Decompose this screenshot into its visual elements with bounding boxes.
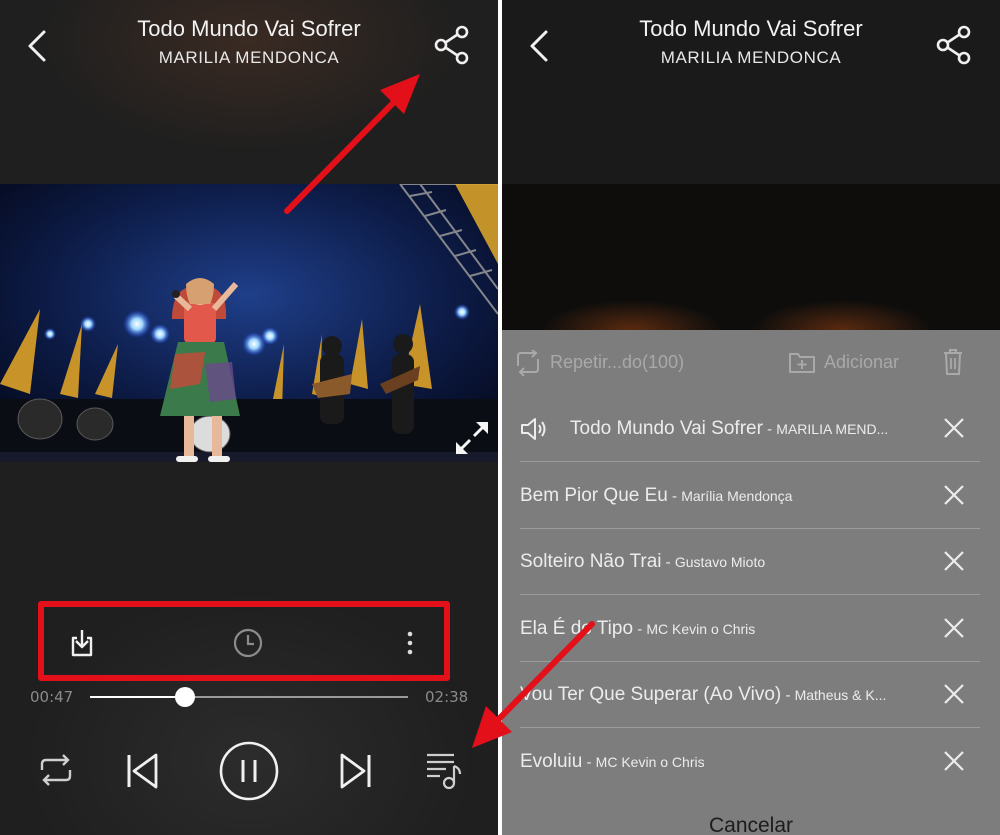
player-header: Todo Mundo Vai Sofrer MARILIA MENDONCA xyxy=(502,0,1000,80)
repeat-icon[interactable] xyxy=(36,752,76,788)
queue-item-title: Bem Pior Que Eu xyxy=(520,484,668,506)
total-time: 02:38 xyxy=(425,688,469,706)
song-artist: MARILIA MENDONCA xyxy=(660,48,842,67)
more-vertical-icon[interactable] xyxy=(404,627,416,659)
remove-icon[interactable] xyxy=(942,483,966,507)
repeat-mode-label[interactable]: Repetir...do(100) xyxy=(550,352,684,373)
queue-item-separator: - xyxy=(762,421,777,438)
queue-item-separator: - xyxy=(582,753,596,771)
queue-item-text: Bem Pior Que Eu - Marília Mendonça xyxy=(520,485,792,507)
queue-item-artist: MC Kevin o Chris xyxy=(646,620,756,637)
skip-next-icon[interactable] xyxy=(338,752,374,790)
clock-icon[interactable] xyxy=(232,627,264,659)
queue-item[interactable]: Solteiro Não Trai - Gustavo Mioto xyxy=(520,529,980,595)
action-bar-highlight xyxy=(38,601,450,681)
queue-item-text: Vou Ter Que Superar (Ao Vivo) - Matheus … xyxy=(520,684,886,706)
share-icon[interactable] xyxy=(432,24,472,66)
queue-item-text: Todo Mundo Vai Sofrer - MARILIA MEND... xyxy=(570,418,888,440)
queue-item[interactable]: Todo Mundo Vai Sofrer - MARILIA MEND... xyxy=(520,396,980,462)
queue-sheet: Repetir...do(100) Adicionar Todo Mundo V… xyxy=(502,330,1000,835)
chevron-left-icon[interactable] xyxy=(526,28,554,64)
queue-item[interactable]: Evoluiu - MC Kevin o Chris xyxy=(520,729,980,795)
add-label[interactable]: Adicionar xyxy=(824,352,899,373)
queue-item-artist: Gustavo Mioto xyxy=(674,554,766,570)
queue-item-separator: - xyxy=(667,487,682,505)
queue-item[interactable]: Bem Pior Que Eu - Marília Mendonça xyxy=(520,463,980,529)
trash-icon[interactable] xyxy=(942,348,964,376)
progress-track[interactable] xyxy=(90,696,408,698)
song-title: Todo Mundo Vai Sofrer xyxy=(639,16,863,41)
expand-icon[interactable] xyxy=(452,418,492,458)
video-frame xyxy=(0,184,498,462)
queue-item-artist: Marília Mendonça xyxy=(681,487,793,504)
queue-screen: Todo Mundo Vai Sofrer MARILIA MENDONCA R… xyxy=(502,0,1000,835)
queue-item[interactable]: Vou Ter Que Superar (Ao Vivo) - Matheus … xyxy=(520,662,980,728)
current-time: 00:47 xyxy=(30,688,74,706)
song-artist: MARILIA MENDONCA xyxy=(158,48,340,67)
queue-item[interactable]: Ela É do Tipo - MC Kevin o Chris xyxy=(520,596,980,662)
chevron-left-icon[interactable] xyxy=(24,28,52,64)
progress-fill xyxy=(90,696,186,698)
queue-item-separator: - xyxy=(661,554,675,571)
queue-toolbar: Repetir...do(100) Adicionar xyxy=(502,330,1000,396)
queue-item-artist: MARILIA MEND... xyxy=(776,421,889,437)
repeat-icon[interactable] xyxy=(514,350,542,376)
queue-item-text: Ela É do Tipo - MC Kevin o Chris xyxy=(520,618,755,640)
player-screen: Todo Mundo Vai Sofrer MARILIA MENDONCA 0… xyxy=(0,0,498,835)
remove-icon[interactable] xyxy=(942,549,966,573)
progress-knob[interactable] xyxy=(175,687,196,707)
cancel-button[interactable]: Cancelar xyxy=(502,814,1000,835)
pause-icon[interactable] xyxy=(218,740,280,802)
dimmed-video xyxy=(502,184,1000,330)
queue-item-text: Evoluiu - MC Kevin o Chris xyxy=(520,751,705,773)
download-icon[interactable] xyxy=(66,627,98,659)
queue-item-text: Solteiro Não Trai - Gustavo Mioto xyxy=(520,551,765,573)
queue-item-artist: Matheus & K... xyxy=(794,687,887,703)
queue-item-title: Ela É do Tipo xyxy=(520,617,634,639)
add-folder-icon[interactable] xyxy=(788,350,816,374)
queue-item-artist: MC Kevin o Chris xyxy=(595,753,705,770)
queue-item-separator: - xyxy=(781,687,795,704)
queue-item-title: Vou Ter Que Superar (Ao Vivo) xyxy=(520,684,782,705)
queue-item-title: Evoluiu xyxy=(520,750,583,772)
playlist-icon[interactable] xyxy=(424,750,464,792)
song-title: Todo Mundo Vai Sofrer xyxy=(137,16,361,41)
share-icon[interactable] xyxy=(934,24,974,66)
speaker-icon xyxy=(521,418,546,440)
queue-item-separator: - xyxy=(633,620,647,638)
remove-icon[interactable] xyxy=(942,682,966,706)
remove-icon[interactable] xyxy=(942,749,966,773)
skip-previous-icon[interactable] xyxy=(124,752,160,790)
player-header: Todo Mundo Vai Sofrer MARILIA MENDONCA xyxy=(0,0,498,80)
remove-icon[interactable] xyxy=(942,616,966,640)
queue-item-title: Solteiro Não Trai xyxy=(520,551,662,572)
remove-icon[interactable] xyxy=(942,416,966,440)
queue-item-title: Todo Mundo Vai Sofrer xyxy=(570,418,763,439)
